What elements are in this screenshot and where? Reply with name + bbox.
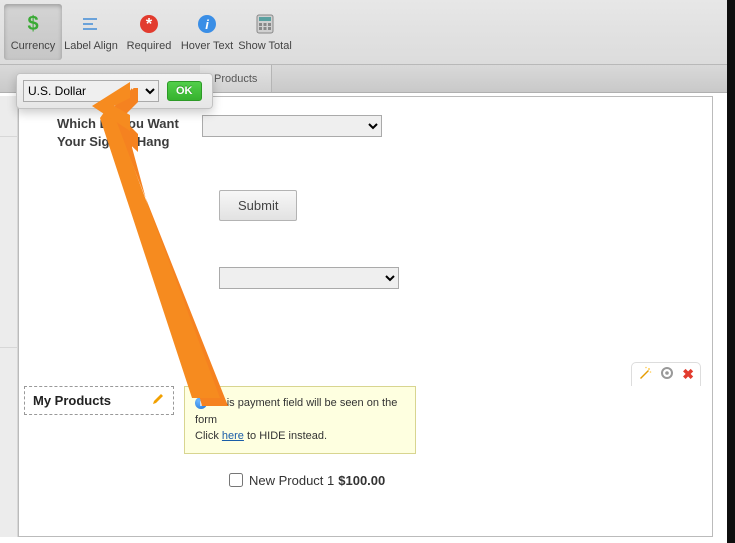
product-item: New Product 1 $100.00	[225, 470, 385, 490]
info-icon: i	[195, 12, 219, 36]
currency-tool[interactable]: $ Currency	[4, 4, 62, 60]
align-icon	[79, 12, 103, 36]
show-total-tool[interactable]: Show Total	[236, 4, 294, 60]
close-icon[interactable]: ✖	[682, 366, 694, 383]
secondary-select[interactable]	[219, 267, 399, 289]
question-select[interactable]	[202, 115, 382, 137]
tab-label: Products	[214, 73, 257, 85]
hide-link[interactable]: here	[222, 430, 244, 442]
currency-select[interactable]: U.S. Dollar	[23, 80, 159, 102]
products-section: My Products i This payment field will be…	[24, 386, 707, 454]
product-price: $100.00	[338, 473, 385, 488]
ok-button[interactable]: OK	[167, 81, 202, 101]
top-toolbar: $ Currency Label Align * Required i Hove…	[0, 0, 735, 65]
svg-text:i: i	[205, 17, 209, 32]
payment-visibility-tooltip: i This payment field will be seen on the…	[184, 386, 416, 454]
dollar-icon: $	[21, 12, 45, 36]
svg-text:$: $	[27, 13, 38, 35]
question-label: Which Do You Want Your Sign to Hang	[57, 115, 202, 150]
svg-text:*: *	[146, 16, 153, 33]
currency-popup: U.S. Dollar OK	[16, 73, 213, 109]
window-border	[727, 0, 735, 543]
field-actions: ✖	[631, 362, 701, 386]
gear-icon[interactable]	[660, 366, 674, 383]
required-tool[interactable]: * Required	[120, 4, 178, 60]
tool-label: Show Total	[238, 40, 292, 52]
product-checkbox[interactable]	[229, 473, 243, 487]
tooltip-text-1: This payment field will be seen on the f…	[195, 397, 397, 426]
calculator-icon	[253, 12, 277, 36]
products-label: My Products	[33, 393, 111, 408]
tool-label: Required	[127, 40, 172, 52]
wand-icon[interactable]	[638, 366, 652, 383]
tool-label: Currency	[11, 40, 56, 52]
products-label-box[interactable]: My Products	[24, 386, 174, 415]
tool-label: Hover Text	[181, 40, 233, 52]
label-align-tool[interactable]: Label Align	[62, 4, 120, 60]
left-gutter	[0, 96, 18, 537]
info-icon: i	[195, 397, 207, 409]
product-name: New Product 1	[249, 473, 334, 488]
tooltip-text-2a: Click	[195, 430, 222, 442]
tooltip-text-2b: to HIDE instead.	[244, 430, 327, 442]
tool-label: Label Align	[64, 40, 118, 52]
hover-text-tool[interactable]: i Hover Text	[178, 4, 236, 60]
submit-button[interactable]: Submit	[219, 190, 297, 221]
pencil-icon[interactable]	[151, 392, 165, 409]
asterisk-icon: *	[137, 12, 161, 36]
